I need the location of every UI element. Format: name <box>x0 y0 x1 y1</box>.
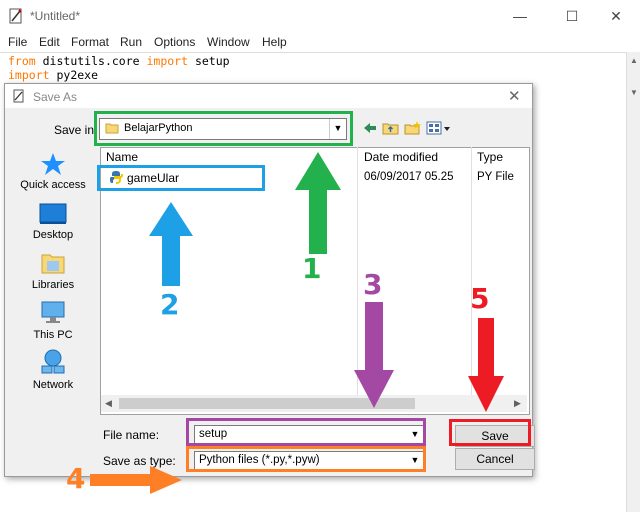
code-line-2: import py2exe <box>8 68 98 82</box>
desktop-icon <box>39 203 67 224</box>
computer-icon <box>41 301 65 323</box>
menu-help[interactable]: Help <box>262 35 287 49</box>
file-row-type: PY File <box>477 171 514 183</box>
code-line-1: from distutils.core import setup <box>8 54 230 68</box>
place-this-pc[interactable]: This PC <box>13 300 93 341</box>
minimize-button[interactable]: — <box>500 4 540 28</box>
dialog-title-bar <box>5 84 532 108</box>
annotation-arrow-right-orange <box>90 466 182 494</box>
column-header-type[interactable]: Type <box>477 150 503 164</box>
code-text: distutils.core <box>35 54 147 68</box>
column-header-date[interactable]: Date modified <box>364 150 438 164</box>
file-row-date: 06/09/2017 05.25 <box>364 171 454 183</box>
close-button[interactable]: ✕ <box>596 4 636 28</box>
annotation-number-1: 1 <box>302 252 322 285</box>
place-desktop[interactable]: Desktop <box>13 202 93 241</box>
annotation-box-file <box>97 165 265 191</box>
dialog-title: Save As <box>33 90 78 104</box>
network-icon <box>41 349 65 374</box>
keyword: from <box>8 54 36 68</box>
code-text: py2exe <box>49 68 99 82</box>
menu-format[interactable]: Format <box>71 35 109 49</box>
annotation-number-2: 2 <box>160 288 180 321</box>
dialog-close-icon[interactable]: ✕ <box>508 87 521 105</box>
annotation-number-3: 3 <box>363 268 383 301</box>
place-quick-access[interactable]: Quick access <box>13 152 93 191</box>
code-text: setup <box>188 54 230 68</box>
scroll-down-icon[interactable]: ▼ <box>630 88 638 97</box>
place-libraries[interactable]: Libraries <box>13 250 93 291</box>
annotation-arrow-up-green <box>295 152 341 254</box>
libraries-icon <box>41 254 65 274</box>
annotation-number-4: 4 <box>66 462 86 495</box>
place-label: Libraries <box>31 279 75 291</box>
idle-app-icon <box>9 8 22 24</box>
place-network[interactable]: Network <box>13 348 93 391</box>
save-in-label: Save in: <box>54 123 98 137</box>
annotation-box-save-in <box>94 111 353 146</box>
place-label: Desktop <box>32 229 74 241</box>
view-menu-icon[interactable] <box>426 120 452 136</box>
annotation-arrow-down-purple <box>354 302 394 408</box>
annotation-arrow-down-red <box>468 318 504 412</box>
file-name-label: File name: <box>103 428 160 442</box>
back-arrow-icon[interactable] <box>361 120 379 136</box>
place-label: This PC <box>33 329 73 341</box>
place-label: Network <box>32 379 74 391</box>
annotation-number-5: 5 <box>470 282 490 315</box>
scroll-left-icon[interactable]: ◀ <box>105 398 112 409</box>
keyword: import <box>146 54 189 68</box>
editor-title-bar <box>0 0 640 32</box>
maximize-button[interactable]: ☐ <box>552 4 592 28</box>
menu-file[interactable]: File <box>8 35 27 49</box>
annotation-box-save-button <box>449 419 531 446</box>
star-icon <box>41 153 65 175</box>
up-folder-icon[interactable] <box>382 120 400 136</box>
scroll-right-icon[interactable]: ▶ <box>514 398 521 409</box>
editor-window-title: *Untitled* <box>30 9 81 23</box>
menu-options[interactable]: Options <box>154 35 195 49</box>
keyword: import <box>8 68 50 82</box>
column-header-name[interactable]: Name <box>106 150 138 164</box>
annotation-arrow-up-blue <box>149 202 193 286</box>
editor-vertical-scrollbar[interactable]: ▲ ▼ <box>626 52 640 512</box>
scroll-up-icon[interactable]: ▲ <box>630 56 638 65</box>
place-label: Quick access <box>20 179 86 191</box>
menu-edit[interactable]: Edit <box>39 35 60 49</box>
menu-run[interactable]: Run <box>120 35 142 49</box>
cancel-button[interactable]: Cancel <box>455 448 535 470</box>
annotation-box-file-name <box>186 418 426 446</box>
annotation-box-save-type <box>186 446 426 472</box>
menu-window[interactable]: Window <box>207 35 250 49</box>
idle-dialog-icon <box>13 89 24 103</box>
new-folder-icon[interactable] <box>404 120 422 136</box>
